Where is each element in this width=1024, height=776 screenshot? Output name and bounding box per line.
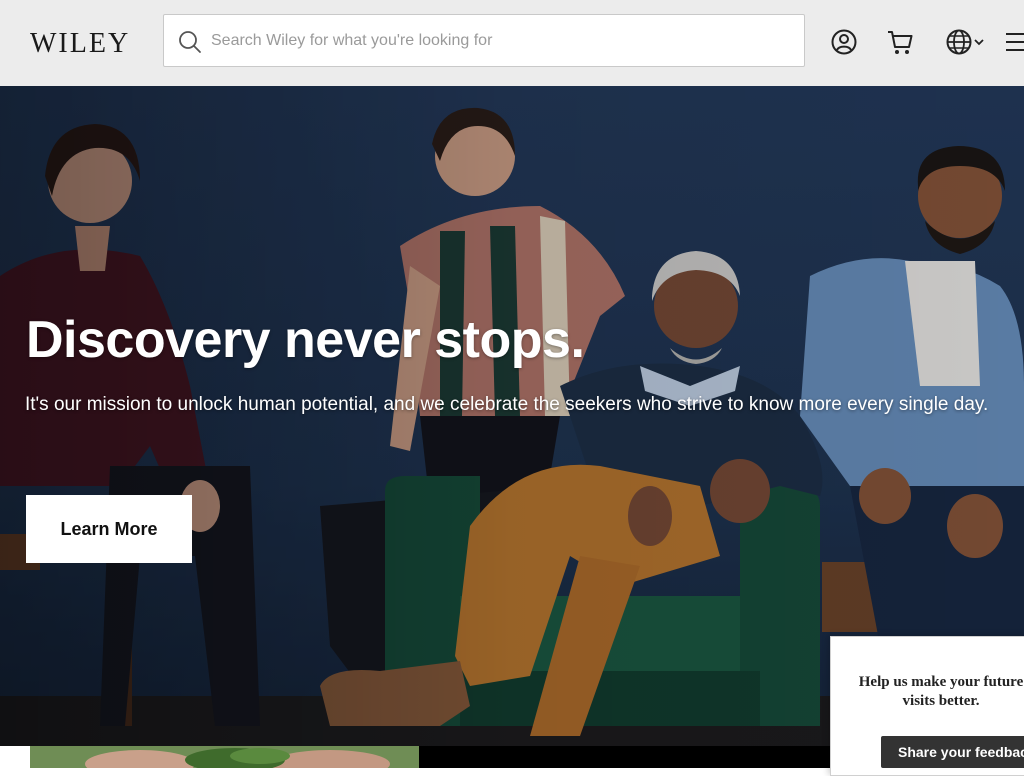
search-bar[interactable]	[163, 14, 805, 67]
search-icon[interactable]	[178, 30, 202, 54]
globe-icon[interactable]	[945, 28, 973, 56]
plant-image	[30, 746, 419, 768]
feedback-popup: Help us make your future visits better. …	[830, 636, 1024, 776]
feedback-message: Help us make your future visits better.	[858, 674, 1024, 709]
site-header: WILEY	[0, 0, 1024, 86]
search-input[interactable]	[209, 25, 789, 57]
chevron-down-icon[interactable]	[974, 38, 984, 46]
menu-icon[interactable]	[1004, 28, 1024, 56]
hero-subtitle: It's our mission to unlock human potenti…	[25, 394, 989, 415]
account-icon[interactable]	[830, 28, 858, 56]
hero-title: Discovery never stops.	[26, 311, 585, 369]
learn-more-button[interactable]: Learn More	[26, 495, 192, 563]
cart-icon[interactable]	[886, 28, 914, 56]
wiley-logo[interactable]: WILEY	[30, 27, 130, 61]
share-feedback-button[interactable]: Share your feedback	[881, 736, 1024, 768]
